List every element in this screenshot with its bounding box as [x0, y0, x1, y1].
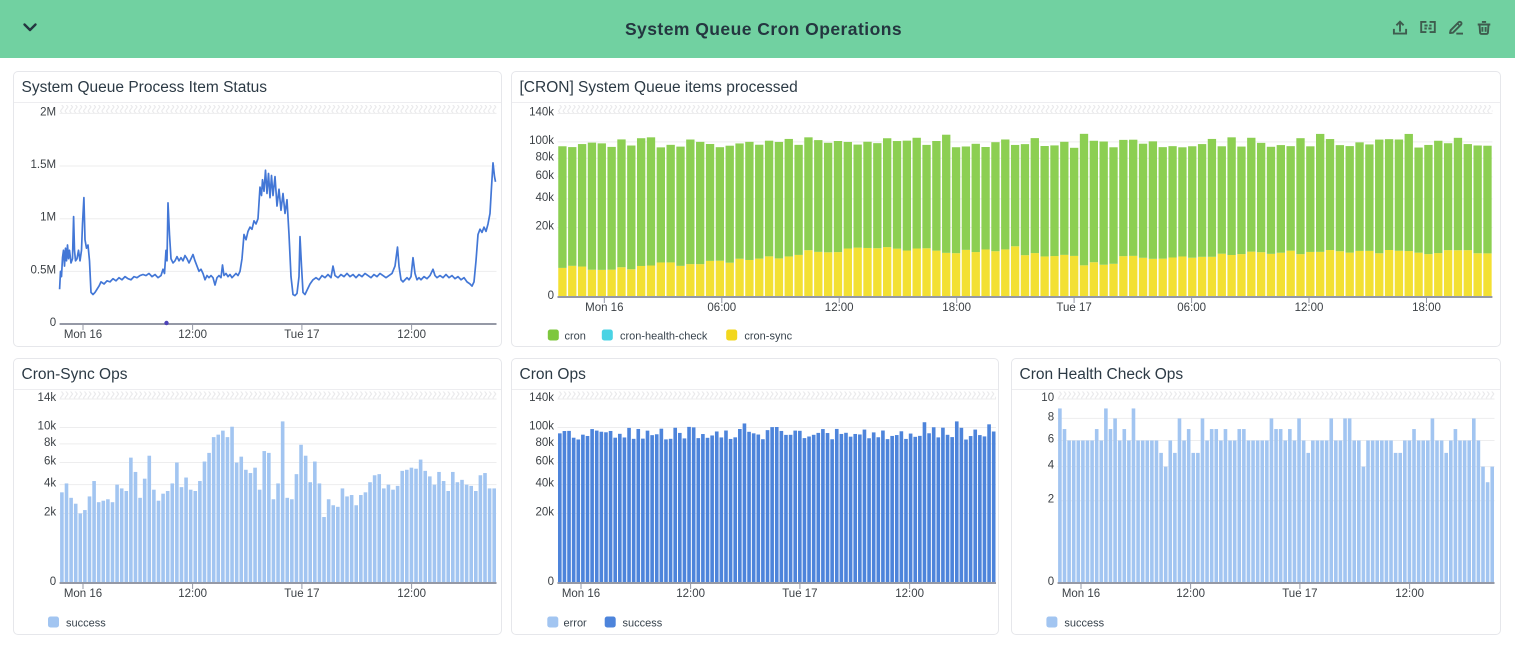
svg-text:Mon 16: Mon 16 — [64, 329, 102, 341]
svg-text:error: error — [564, 618, 588, 630]
svg-text:12:00: 12:00 — [397, 588, 426, 600]
svg-text:60k: 60k — [535, 456, 554, 468]
svg-text:20k: 20k — [535, 221, 554, 233]
svg-text:Tue 17: Tue 17 — [782, 588, 817, 600]
svg-text:06:00: 06:00 — [1177, 302, 1206, 314]
svg-text:12:00: 12:00 — [1295, 302, 1324, 314]
svg-text:18:00: 18:00 — [942, 302, 971, 314]
svg-text:14k: 14k — [38, 392, 57, 404]
svg-text:6: 6 — [1048, 433, 1054, 445]
svg-text:12:00: 12:00 — [397, 329, 426, 341]
svg-text:Mon 16: Mon 16 — [585, 302, 623, 314]
svg-text:cron: cron — [565, 331, 586, 343]
svg-text:18:00: 18:00 — [1412, 302, 1441, 314]
svg-text:40k: 40k — [535, 478, 554, 490]
svg-text:06:00: 06:00 — [707, 302, 736, 314]
svg-text:1.5M: 1.5M — [31, 159, 57, 171]
svg-text:12:00: 12:00 — [178, 588, 207, 600]
svg-text:0: 0 — [1048, 576, 1054, 588]
svg-text:12:00: 12:00 — [178, 329, 207, 341]
svg-text:Mon 16: Mon 16 — [1062, 588, 1100, 600]
svg-text:4k: 4k — [44, 478, 56, 490]
svg-text:0: 0 — [548, 290, 554, 302]
svg-text:cron-sync: cron-sync — [744, 331, 792, 343]
svg-text:12:00: 12:00 — [895, 588, 924, 600]
svg-text:12:00: 12:00 — [676, 588, 705, 600]
svg-text:2k: 2k — [44, 506, 56, 518]
svg-text:100k: 100k — [529, 135, 554, 147]
svg-text:0.5M: 0.5M — [31, 264, 57, 276]
svg-text:cron-health-check: cron-health-check — [620, 331, 708, 343]
svg-text:Tue 17: Tue 17 — [284, 588, 319, 600]
svg-text:2M: 2M — [40, 106, 56, 118]
svg-text:success: success — [66, 618, 106, 630]
svg-text:Tue 17: Tue 17 — [1282, 588, 1317, 600]
svg-text:success: success — [623, 618, 663, 630]
svg-text:80k: 80k — [535, 151, 554, 163]
svg-text:2: 2 — [1048, 494, 1054, 506]
svg-text:100k: 100k — [529, 420, 554, 432]
svg-text:140k: 140k — [529, 392, 554, 404]
svg-text:10k: 10k — [38, 420, 57, 432]
svg-text:80k: 80k — [535, 437, 554, 449]
svg-text:12:00: 12:00 — [1176, 588, 1205, 600]
svg-text:40k: 40k — [535, 192, 554, 204]
svg-text:10: 10 — [1041, 392, 1054, 404]
svg-text:Mon 16: Mon 16 — [562, 588, 600, 600]
svg-text:Tue 17: Tue 17 — [1056, 302, 1091, 314]
svg-text:12:00: 12:00 — [825, 302, 854, 314]
svg-text:0: 0 — [548, 576, 554, 588]
svg-text:8k: 8k — [44, 437, 56, 449]
svg-text:Tue 17: Tue 17 — [284, 329, 319, 341]
svg-text:140k: 140k — [529, 107, 554, 119]
svg-text:success: success — [1064, 618, 1104, 630]
svg-text:60k: 60k — [535, 170, 554, 182]
svg-text:12:00: 12:00 — [1395, 588, 1424, 600]
svg-text:0: 0 — [50, 317, 56, 329]
svg-text:0: 0 — [50, 576, 56, 588]
svg-text:20k: 20k — [535, 506, 554, 518]
svg-text:1M: 1M — [40, 212, 56, 224]
svg-text:6k: 6k — [44, 456, 56, 468]
svg-text:8: 8 — [1048, 411, 1054, 423]
svg-text:4: 4 — [1048, 460, 1055, 472]
svg-text:Mon 16: Mon 16 — [64, 588, 102, 600]
